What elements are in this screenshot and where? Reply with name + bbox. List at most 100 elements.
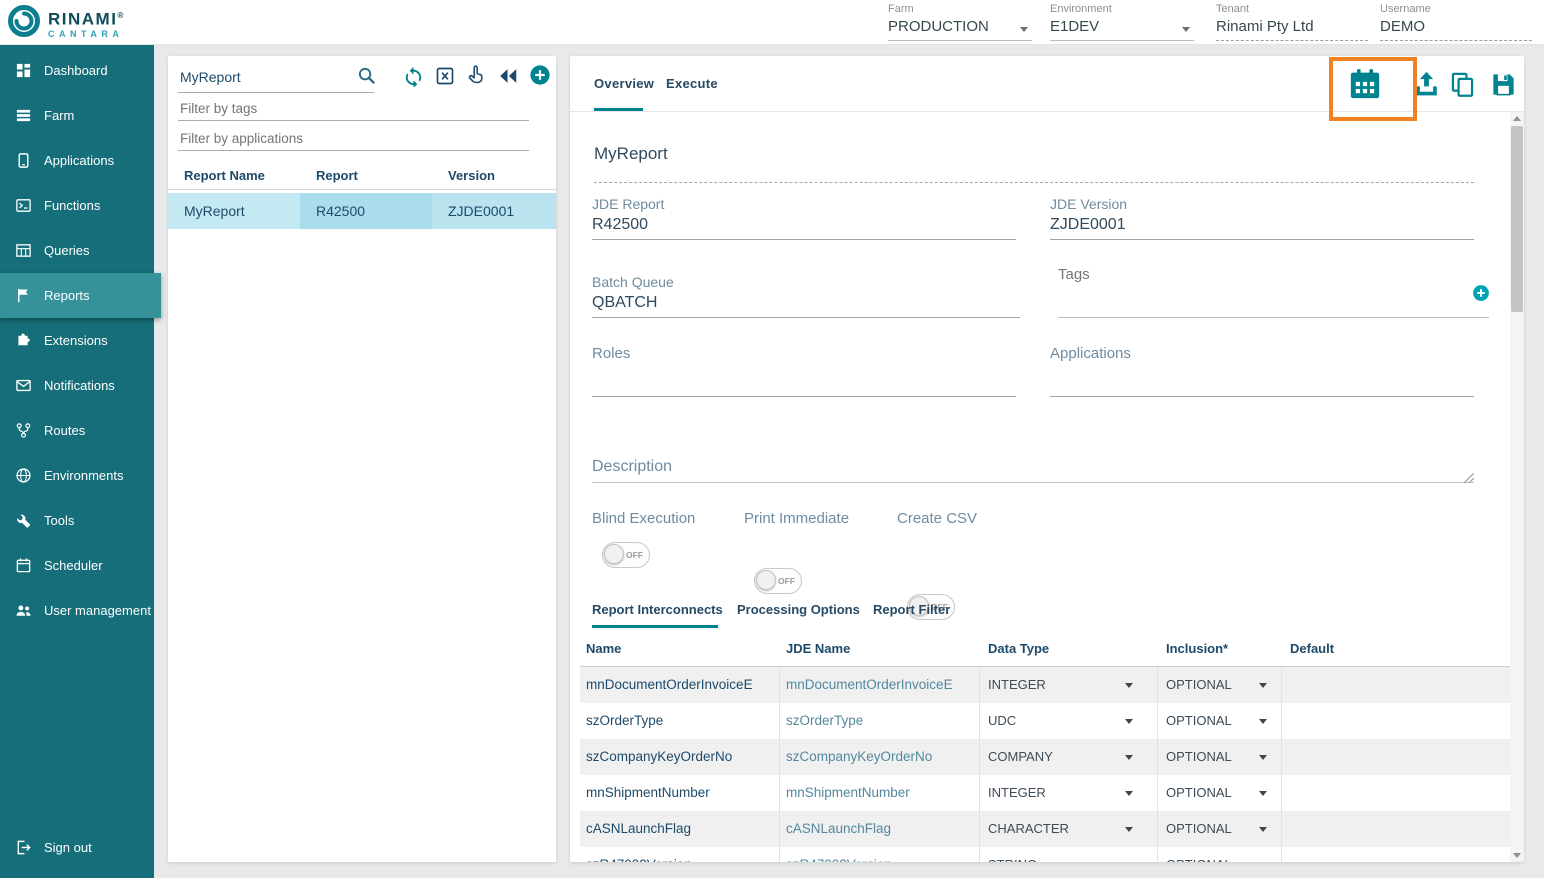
- data-type-select[interactable]: INTEGER: [980, 775, 1158, 811]
- default-value-cell[interactable]: [1282, 703, 1508, 739]
- sidebar-item-reports[interactable]: Reports: [0, 273, 161, 318]
- environment-select[interactable]: Environment E1DEV: [1050, 3, 1194, 41]
- scrollbar-thumb[interactable]: [1511, 126, 1523, 312]
- chevron-down-icon: [1125, 791, 1133, 796]
- roles-input[interactable]: [592, 368, 1012, 386]
- interconnects-header-row: Name JDE Name Data Type Inclusion* Defau…: [580, 632, 1510, 667]
- roles-label: Roles: [592, 345, 630, 362]
- inclusion-select[interactable]: OPTIONAL: [1158, 739, 1282, 775]
- sidebar-item-tools[interactable]: Tools: [0, 498, 154, 543]
- report-name-underline: [594, 182, 1474, 183]
- copy-button[interactable]: [1449, 71, 1476, 103]
- applications-label: Applications: [1050, 345, 1131, 362]
- filter-by-applications-input[interactable]: [178, 130, 529, 151]
- scrollbar[interactable]: [1510, 112, 1524, 862]
- sidebar-item-label: Farm: [44, 108, 74, 123]
- inclusion-select[interactable]: OPTIONAL: [1158, 703, 1282, 739]
- sidebar-item-dashboard[interactable]: Dashboard: [0, 48, 154, 93]
- refresh-button[interactable]: [402, 64, 425, 92]
- scroll-up-icon[interactable]: [1513, 116, 1521, 121]
- tab-overview[interactable]: Overview: [594, 76, 654, 91]
- scroll-down-icon[interactable]: [1513, 853, 1521, 858]
- description-textarea[interactable]: [592, 460, 1474, 482]
- sidebar-item-queries[interactable]: Queries: [0, 228, 154, 273]
- sidebar-item-environments[interactable]: Environments: [0, 453, 154, 498]
- sidebar-item-routes[interactable]: Routes: [0, 408, 154, 453]
- sidebar-item-farm[interactable]: Farm: [0, 93, 154, 138]
- save-icon: [1490, 85, 1517, 102]
- interconnect-name[interactable]: szR47002Version: [580, 847, 780, 862]
- data-type-select[interactable]: STRING: [980, 847, 1158, 862]
- environment-value: E1DEV: [1050, 18, 1194, 35]
- farm-select[interactable]: Farm PRODUCTION: [888, 3, 1032, 41]
- data-type-select[interactable]: INTEGER: [980, 667, 1158, 703]
- sidebar-item-label: Scheduler: [44, 558, 103, 573]
- resize-grip-icon[interactable]: [1464, 470, 1474, 488]
- sidebar-item-scheduler[interactable]: Scheduler: [0, 543, 154, 588]
- select-record-button[interactable]: [465, 64, 486, 90]
- jde-version-underline: [1050, 239, 1474, 240]
- jde-version-input[interactable]: [1050, 216, 1470, 234]
- cell-report-name: MyReport: [168, 193, 300, 229]
- inclusion-select[interactable]: OPTIONAL: [1158, 775, 1282, 811]
- sidebar-item-sign-out[interactable]: Sign out: [0, 825, 154, 870]
- interconnect-row: cASNLaunchFlag cASNLaunchFlag CHARACTER …: [580, 811, 1510, 847]
- tab-report-interconnects[interactable]: Report Interconnects: [592, 602, 723, 617]
- batch-queue-input[interactable]: [592, 294, 1016, 312]
- sidebar-item-label: Extensions: [44, 333, 108, 348]
- data-type-select[interactable]: COMPANY: [980, 739, 1158, 775]
- tags-input[interactable]: [1058, 266, 1458, 283]
- users-icon: [14, 602, 32, 619]
- applications-icon: [14, 152, 32, 169]
- rewind-button[interactable]: [497, 65, 519, 92]
- interconnect-name[interactable]: mnDocumentOrderInvoiceE: [580, 667, 780, 703]
- interconnect-name[interactable]: mnShipmentNumber: [580, 775, 780, 811]
- sidebar-item-user-management[interactable]: User management: [0, 588, 154, 633]
- save-button[interactable]: [1490, 71, 1517, 103]
- schedule-report-button[interactable]: [1348, 67, 1382, 106]
- applications-input[interactable]: [1050, 368, 1470, 386]
- blind-execution-toggle[interactable]: OFF: [602, 542, 650, 568]
- inclusion-select[interactable]: OPTIONAL: [1158, 667, 1282, 703]
- default-value-cell[interactable]: [1282, 667, 1508, 703]
- interconnect-name[interactable]: cASNLaunchFlag: [580, 811, 780, 847]
- default-value-cell[interactable]: [1282, 811, 1508, 847]
- tab-processing-options[interactable]: Processing Options: [737, 602, 860, 617]
- sidebar-item-extensions[interactable]: Extensions: [0, 318, 154, 363]
- print-immediate-toggle[interactable]: OFF: [754, 568, 802, 594]
- add-report-button[interactable]: [529, 64, 551, 91]
- sidebar-item-notifications[interactable]: Notifications: [0, 363, 154, 408]
- username-label: Username: [1380, 3, 1532, 15]
- filter-by-tags-input[interactable]: [178, 100, 529, 121]
- add-tag-button[interactable]: [1472, 284, 1490, 307]
- chevron-down-icon: [1020, 27, 1028, 32]
- data-type-select[interactable]: CHARACTER: [980, 811, 1158, 847]
- functions-icon: [14, 197, 32, 214]
- default-value-cell[interactable]: [1282, 739, 1508, 775]
- sidebar-item-label: Reports: [44, 288, 90, 303]
- sidebar-item-label: Tools: [44, 513, 74, 528]
- export-excel-button[interactable]: [435, 66, 455, 91]
- interconnect-jde-name: mnDocumentOrderInvoiceE: [780, 667, 980, 703]
- default-value-cell[interactable]: [1282, 775, 1508, 811]
- data-type-select[interactable]: UDC: [980, 703, 1158, 739]
- tab-execute[interactable]: Execute: [666, 76, 718, 91]
- sidebar-item-functions[interactable]: Functions: [0, 183, 154, 228]
- inclusion-select[interactable]: OPTIONAL: [1158, 811, 1282, 847]
- interconnect-jde-name: mnShipmentNumber: [780, 775, 980, 811]
- report-list-row-selected[interactable]: MyReport R42500 ZJDE0001: [168, 193, 556, 229]
- interconnect-name[interactable]: szOrderType: [580, 703, 780, 739]
- sidebar-item-applications[interactable]: Applications: [0, 138, 154, 183]
- interconnect-name[interactable]: szCompanyKeyOrderNo: [580, 739, 780, 775]
- inclusion-select[interactable]: OPTIONAL: [1158, 847, 1282, 862]
- logo-subtitle: CANTARA: [48, 29, 125, 40]
- tab-report-filter[interactable]: Report Filter: [873, 602, 950, 617]
- jde-report-input[interactable]: [592, 216, 1012, 234]
- default-value-cell[interactable]: [1282, 847, 1508, 862]
- report-search-input[interactable]: [178, 68, 360, 86]
- report-name-field[interactable]: MyReport: [594, 144, 668, 164]
- import-button[interactable]: [1412, 70, 1441, 104]
- routes-branch-icon: [14, 422, 32, 439]
- sidebar-item-label: Functions: [44, 198, 100, 213]
- dashboard-icon: [14, 62, 32, 79]
